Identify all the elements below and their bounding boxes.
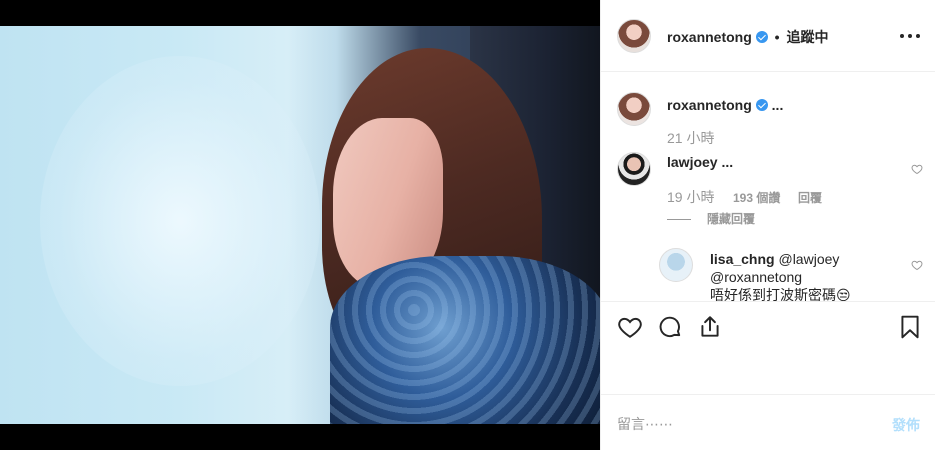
post-comment-button[interactable]: 發佈 xyxy=(892,415,920,435)
author-username[interactable]: roxannetong xyxy=(667,29,752,45)
photo-jacket xyxy=(330,256,600,424)
author-avatar[interactable] xyxy=(617,19,651,53)
author-line: roxannetong • 追蹤中 xyxy=(667,27,828,47)
comment-input[interactable] xyxy=(617,413,867,435)
share-icon[interactable] xyxy=(697,314,723,340)
more-horizontal-icon[interactable] xyxy=(900,26,920,46)
post-side-panel: roxannetong • 追蹤中 roxannetong ... 21 小時 … xyxy=(600,0,935,450)
comment-icon[interactable] xyxy=(657,314,683,340)
mention-link[interactable]: @roxannetong xyxy=(710,269,802,285)
comment-username[interactable]: lawjoey xyxy=(667,154,718,170)
commenter-avatar[interactable] xyxy=(659,248,693,282)
reply-label[interactable]: 回覆 xyxy=(798,191,822,205)
comment-line: lawjoey ... xyxy=(667,153,733,171)
heart-icon[interactable] xyxy=(617,314,643,340)
like-comment-icon[interactable] xyxy=(911,163,923,175)
comment-composer: 發佈 xyxy=(601,394,935,450)
commenter-avatar[interactable] xyxy=(617,92,651,126)
comment-text: 唔好係到打波斯密碼😒 xyxy=(710,287,851,301)
following-status[interactable]: 追蹤中 xyxy=(786,29,828,45)
reply-link[interactable]: 回覆 xyxy=(798,189,822,206)
hide-replies-link[interactable]: 隱藏回覆 xyxy=(667,210,755,227)
post-media xyxy=(0,0,600,450)
action-bar xyxy=(601,301,935,351)
post-header: roxannetong • 追蹤中 xyxy=(601,0,935,72)
caption-line: roxannetong ... xyxy=(667,96,783,114)
separator-dot: • xyxy=(774,29,780,45)
comments-list: roxannetong ... 21 小時 lawjoey ... 19 小時 … xyxy=(601,73,935,301)
commenter-avatar[interactable] xyxy=(617,152,651,186)
comment-username[interactable]: lisa_chng xyxy=(710,251,775,267)
comment-time[interactable]: 21 小時 xyxy=(667,128,714,148)
like-comment-icon[interactable] xyxy=(911,259,923,271)
comment-text: ... xyxy=(771,97,784,113)
divider-line xyxy=(667,219,691,221)
hide-replies-label[interactable]: 隱藏回覆 xyxy=(707,212,755,226)
reply-comment: lisa_chng @lawjoey @roxannetong 唔好係到打波斯密… xyxy=(710,250,900,301)
bookmark-icon[interactable] xyxy=(897,314,923,340)
verified-icon xyxy=(755,99,768,111)
comment-likes[interactable]: 193 個讚 xyxy=(733,189,780,206)
mention-link[interactable]: @lawjoey xyxy=(778,251,839,267)
comment-text: ... xyxy=(721,154,734,170)
comment-time[interactable]: 19 小時 xyxy=(667,187,714,207)
photo-window-glow xyxy=(40,56,320,386)
verified-icon xyxy=(755,31,768,43)
post-photo[interactable] xyxy=(0,26,600,424)
comment-username[interactable]: roxannetong xyxy=(667,97,752,113)
likes-count[interactable]: 193 個讚 xyxy=(733,191,780,205)
